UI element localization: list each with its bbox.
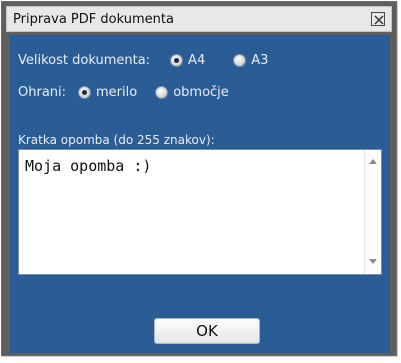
keep-row: Ohrani: merilo območje <box>18 85 229 100</box>
radio-keep-area[interactable] <box>155 86 169 99</box>
dialog-titlebar[interactable]: Priprava PDF dokumenta <box>6 6 392 32</box>
radio-size-a4-label[interactable]: A4 <box>188 53 205 68</box>
close-icon[interactable] <box>371 12 385 26</box>
dialog-body: Velikost dokumenta: A4 A3 Ohrani: merilo… <box>10 35 390 353</box>
scroll-down-icon[interactable] <box>369 259 377 264</box>
radio-keep-scale-label[interactable]: merilo <box>96 85 137 100</box>
note-text[interactable]: Moja opomba :) <box>25 157 355 175</box>
radio-keep-area-label[interactable]: območje <box>173 85 229 100</box>
ok-button[interactable]: OK <box>154 318 260 344</box>
note-scrollbar[interactable] <box>364 150 381 274</box>
note-textarea[interactable]: Moja opomba :) <box>18 149 382 275</box>
size-row: Velikost dokumenta: A4 A3 <box>18 53 268 68</box>
scroll-up-icon[interactable] <box>369 159 377 164</box>
dialog-title: Priprava PDF dokumenta <box>13 12 174 27</box>
radio-size-a3-label[interactable]: A3 <box>251 53 268 68</box>
note-label: Kratka opomba (do 255 znakov): <box>18 133 215 147</box>
size-label: Velikost dokumenta: <box>18 53 151 68</box>
radio-size-a4[interactable] <box>170 54 184 67</box>
radio-keep-scale[interactable] <box>78 86 92 99</box>
radio-size-a3[interactable] <box>233 54 247 67</box>
keep-label: Ohrani: <box>18 85 67 100</box>
pdf-dialog: Priprava PDF dokumenta Velikost dokument… <box>1 1 397 356</box>
